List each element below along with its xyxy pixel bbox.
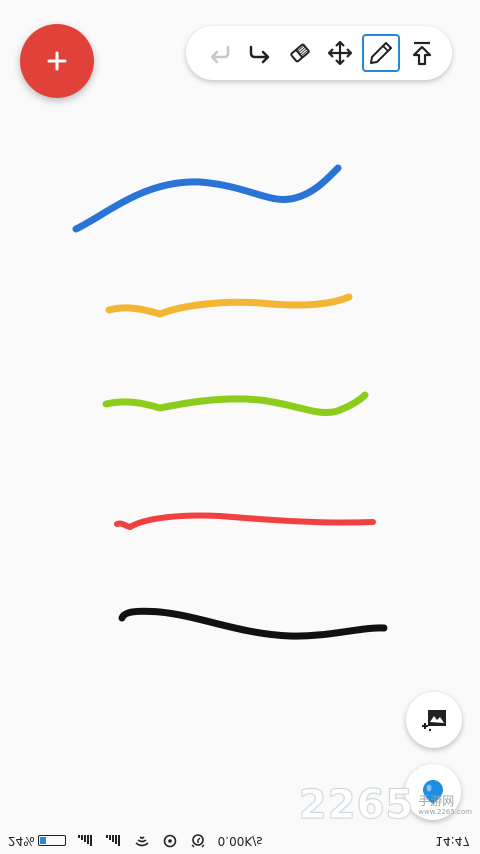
stroke-yellow: [105, 293, 353, 318]
stroke-blue: [72, 164, 342, 233]
signal-icon: [77, 834, 94, 848]
battery-percent: 24%: [8, 834, 35, 848]
clock: 14:47: [435, 834, 470, 848]
signal-2-icon: [105, 834, 122, 848]
wifi-icon: [134, 834, 150, 848]
stroke-red: [114, 512, 376, 530]
stroke-green: [102, 391, 369, 417]
watermark-number: 2265: [298, 782, 415, 829]
hotspot-icon: [162, 834, 178, 848]
alarm-icon: [190, 834, 206, 848]
watermark-cn-text: 手游网: [418, 793, 455, 808]
watermark-url-text: www.2265.com: [418, 808, 472, 816]
battery-icon: [37, 835, 66, 847]
battery-indicator: 24%: [8, 834, 66, 848]
image-icon: [422, 710, 446, 732]
insert-image-button[interactable]: [406, 692, 462, 748]
watermark-sub: 手游网 www.2265.com: [418, 794, 472, 817]
stroke-black: [118, 607, 388, 640]
network-speed: 0.00K/s: [217, 834, 263, 848]
watermark: 2265 手游网 www.2265.com: [298, 782, 472, 829]
status-bar: 24% 0.00K/s 14:47: [0, 828, 480, 854]
battery-fill: [39, 837, 46, 845]
